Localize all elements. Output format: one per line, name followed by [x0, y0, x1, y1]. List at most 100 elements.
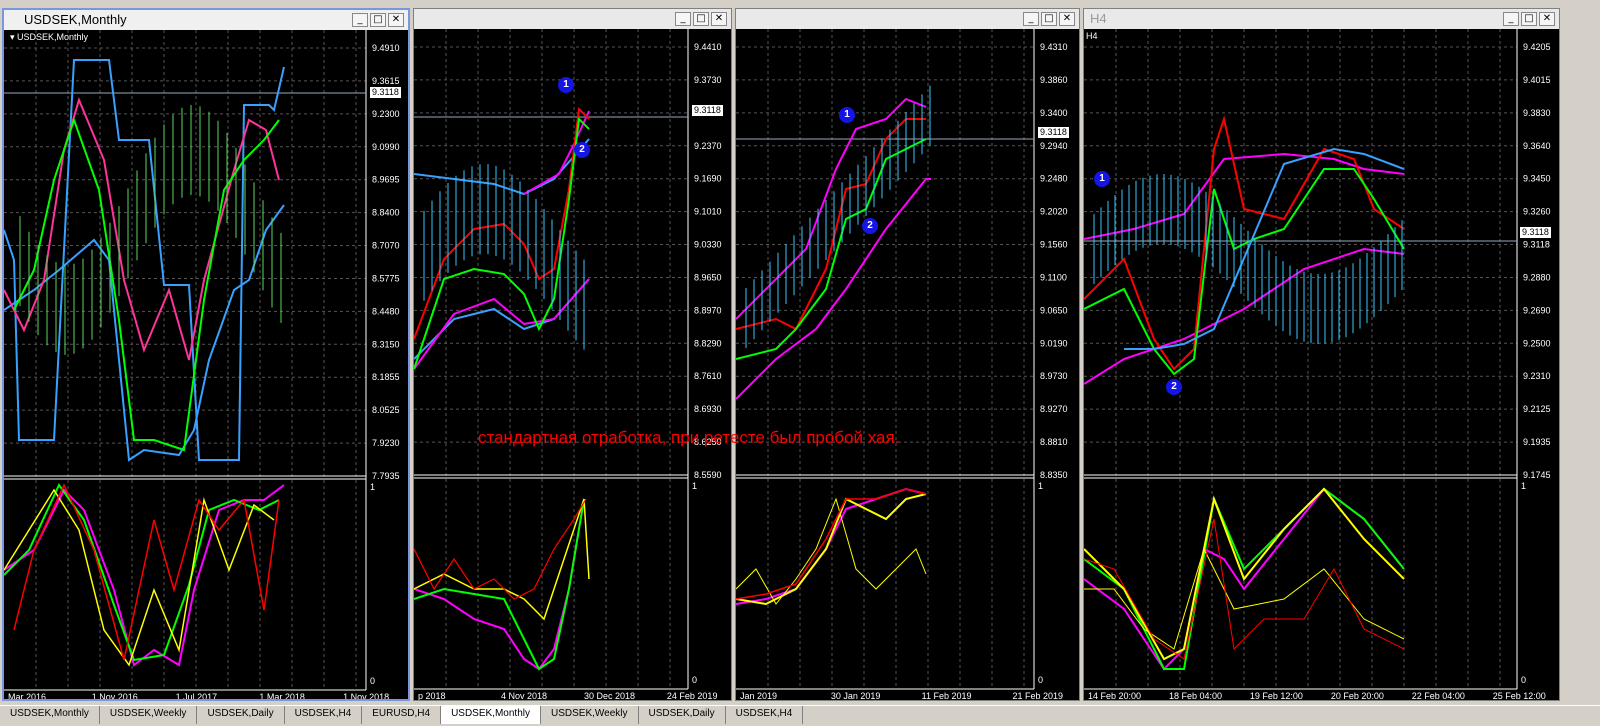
price-tick-label: 9.2480: [1040, 174, 1068, 184]
date-tick-label: 21 Feb 2019: [1012, 691, 1063, 700]
marker-1[interactable]: 1: [558, 77, 574, 93]
chart-window-h4[interactable]: H4 _ □ ✕ 9.4205 9.4015 9.3830 9.3640 9.3450 9.3…: [1083, 8, 1560, 701]
chart-symbol-label: ▾ USDSEK,Monthly: [10, 32, 89, 42]
current-price-tag: 9.3118: [370, 87, 401, 98]
window-title-bar[interactable]: USDSEK,Monthly _ □ ✕: [4, 10, 408, 30]
oscillator-scale-label: 1: [692, 481, 697, 491]
price-tick-label: 9.0990: [372, 142, 400, 152]
tab-eurusd-h4[interactable]: EURUSD,H4: [362, 706, 442, 724]
tab-usdsek-h4-2[interactable]: USDSEK,H4: [726, 706, 804, 724]
price-tick-label: 9.1935: [1523, 437, 1551, 447]
price-tick-label: 9.1690: [694, 174, 722, 184]
oscillator-red: [414, 498, 587, 600]
price-tick-label: 9.2880: [1523, 272, 1551, 282]
price-tick-label: 8.9650: [694, 272, 722, 282]
chart-area[interactable]: 9.4205 9.4015 9.3830 9.3640 9.3450 9.3260 9.31…: [1084, 29, 1559, 700]
marker-1[interactable]: 1: [1094, 171, 1110, 187]
price-chart[interactable]: 9.4910 9.3615 9.2300 9.0990 8.9695 8.8400 8.70…: [4, 30, 408, 699]
tab-usdsek-monthly[interactable]: USDSEK,Monthly: [0, 706, 100, 724]
oscillator-green: [4, 483, 280, 662]
price-tick-label: 8.4480: [372, 306, 400, 316]
annotation-text: стандартная отработка, при ретесте был п…: [478, 428, 900, 447]
price-tick-label: 9.3860: [1040, 75, 1068, 85]
oscillator-scale-label: 0: [1521, 675, 1526, 685]
oscillator-scale-label: 1: [370, 482, 375, 492]
price-tick-label: 8.1855: [372, 372, 400, 382]
close-button[interactable]: ✕: [1059, 12, 1075, 26]
tab-usdsek-weekly-2[interactable]: USDSEK,Weekly: [541, 706, 639, 724]
minimize-button[interactable]: _: [1503, 12, 1519, 26]
price-tick-label: 9.3830: [1523, 108, 1551, 118]
marker-2[interactable]: 2: [862, 218, 878, 234]
price-chart[interactable]: 9.4205 9.4015 9.3830 9.3640 9.3450 9.3260 9.31…: [1084, 29, 1559, 700]
price-tick-label: 8.5590: [694, 470, 722, 480]
date-tick-label: 20 Feb 20:00: [1331, 691, 1384, 700]
chart-window-daily[interactable]: _ □ ✕ 9.4310 9.3860 9.3400 9.2940 9.2480 9.2020…: [735, 8, 1080, 701]
price-tick-label: 9.2300: [372, 109, 400, 119]
marker-2[interactable]: 2: [1166, 379, 1182, 395]
oscillator-scale-label: 0: [1038, 675, 1043, 685]
oscillator-scale-label: 0: [692, 675, 697, 685]
current-price-tag: 9.3118: [692, 105, 723, 116]
date-tick-label: Mar 2016: [8, 692, 46, 699]
minimize-button[interactable]: _: [1023, 12, 1039, 26]
price-tick-label: 7.9230: [372, 438, 400, 448]
price-tick-label: 9.1010: [694, 207, 722, 217]
price-tick-label: 9.3615: [372, 76, 400, 86]
maximize-button[interactable]: □: [370, 13, 386, 27]
price-tick-label: 8.7610: [694, 371, 722, 381]
current-price-tag: 9.3118: [1038, 127, 1069, 138]
window-title-bar[interactable]: _ □ ✕: [414, 9, 731, 29]
minimize-button[interactable]: _: [352, 13, 368, 27]
price-tick-label: 8.9730: [1040, 371, 1068, 381]
maximize-button[interactable]: □: [693, 12, 709, 26]
price-tick-label: 9.4310: [1040, 42, 1068, 52]
marker-2[interactable]: 2: [574, 142, 590, 158]
chart-area[interactable]: 9.4310 9.3860 9.3400 9.2940 9.2480 9.2020 9.15…: [736, 29, 1079, 700]
price-chart[interactable]: 9.4410 9.3730 9.3118 9.2370 9.1690 9.1010 9.03…: [414, 29, 731, 700]
maximize-button[interactable]: □: [1041, 12, 1057, 26]
price-chart[interactable]: 9.4310 9.3860 9.3400 9.2940 9.2480 9.2020 9.15…: [736, 29, 1079, 700]
date-tick-label: 14 Feb 20:00: [1088, 691, 1141, 700]
price-tick-label: 9.4910: [372, 43, 400, 53]
tab-usdsek-weekly[interactable]: USDSEK,Weekly: [100, 706, 198, 724]
close-button[interactable]: ✕: [711, 12, 727, 26]
price-tick-label: 9.0190: [1040, 338, 1068, 348]
minimize-button[interactable]: _: [675, 12, 691, 26]
chart-area[interactable]: 9.4410 9.3730 9.3118 9.2370 9.1690 9.1010 9.03…: [414, 29, 731, 700]
window-title-bar[interactable]: H4 _ □ ✕: [1084, 9, 1559, 29]
price-tick-label: 9.3640: [1523, 141, 1551, 151]
maximize-button[interactable]: □: [1521, 12, 1537, 26]
price-tick-label: 9.2500: [1523, 338, 1551, 348]
price-tick-label: 8.7070: [372, 241, 400, 251]
price-tick-label: 9.2940: [1040, 141, 1068, 151]
tab-usdsek-h4[interactable]: USDSEK,H4: [285, 706, 363, 724]
price-tick-label: 9.1745: [1523, 470, 1551, 480]
oscillator-yellow-thin: [736, 497, 927, 605]
price-tick-label: 9.1560: [1040, 240, 1068, 250]
price-tick-label: 9.4015: [1523, 75, 1551, 85]
envelope-upper: [1084, 152, 1405, 240]
price-tick-label: 9.4410: [694, 42, 722, 52]
oscillator-yellow: [1084, 487, 1405, 661]
tab-usdsek-daily-2[interactable]: USDSEK,Daily: [639, 706, 726, 724]
tab-usdsek-monthly-2[interactable]: USDSEK,Monthly: [441, 706, 541, 724]
price-tick-label: 7.7935: [372, 471, 400, 481]
chart-window-monthly[interactable]: USDSEK,Monthly _ □ ✕ 9.4910 9.3615 9.2300 9.0…: [2, 8, 410, 701]
chart-area[interactable]: 9.4910 9.3615 9.2300 9.0990 8.9695 8.8400 8.70…: [4, 30, 408, 699]
close-button[interactable]: ✕: [1539, 12, 1555, 26]
price-tick-label: 8.8970: [694, 305, 722, 315]
price-tick-label: 9.2690: [1523, 305, 1551, 315]
price-tick-label: 9.3730: [694, 75, 722, 85]
price-tick-label: 8.9270: [1040, 404, 1068, 414]
date-tick-label: p 2018: [418, 691, 446, 700]
chart-window-weekly[interactable]: _□✕ 9.4410 9.3730 9.3118 9.2370 9.1690 9.1010…: [413, 8, 732, 701]
tab-usdsek-daily[interactable]: USDSEK,Daily: [197, 706, 285, 724]
close-button[interactable]: ✕: [388, 13, 404, 27]
price-tick-label: 8.8350: [1040, 470, 1068, 480]
current-price-tag: 9.3118: [1520, 227, 1551, 238]
window-title-bar[interactable]: _ □ ✕: [736, 9, 1079, 29]
price-tick-label: 8.5775: [372, 273, 400, 283]
date-tick-label: 1 Nov 2016: [92, 692, 138, 699]
marker-1[interactable]: 1: [839, 107, 855, 123]
